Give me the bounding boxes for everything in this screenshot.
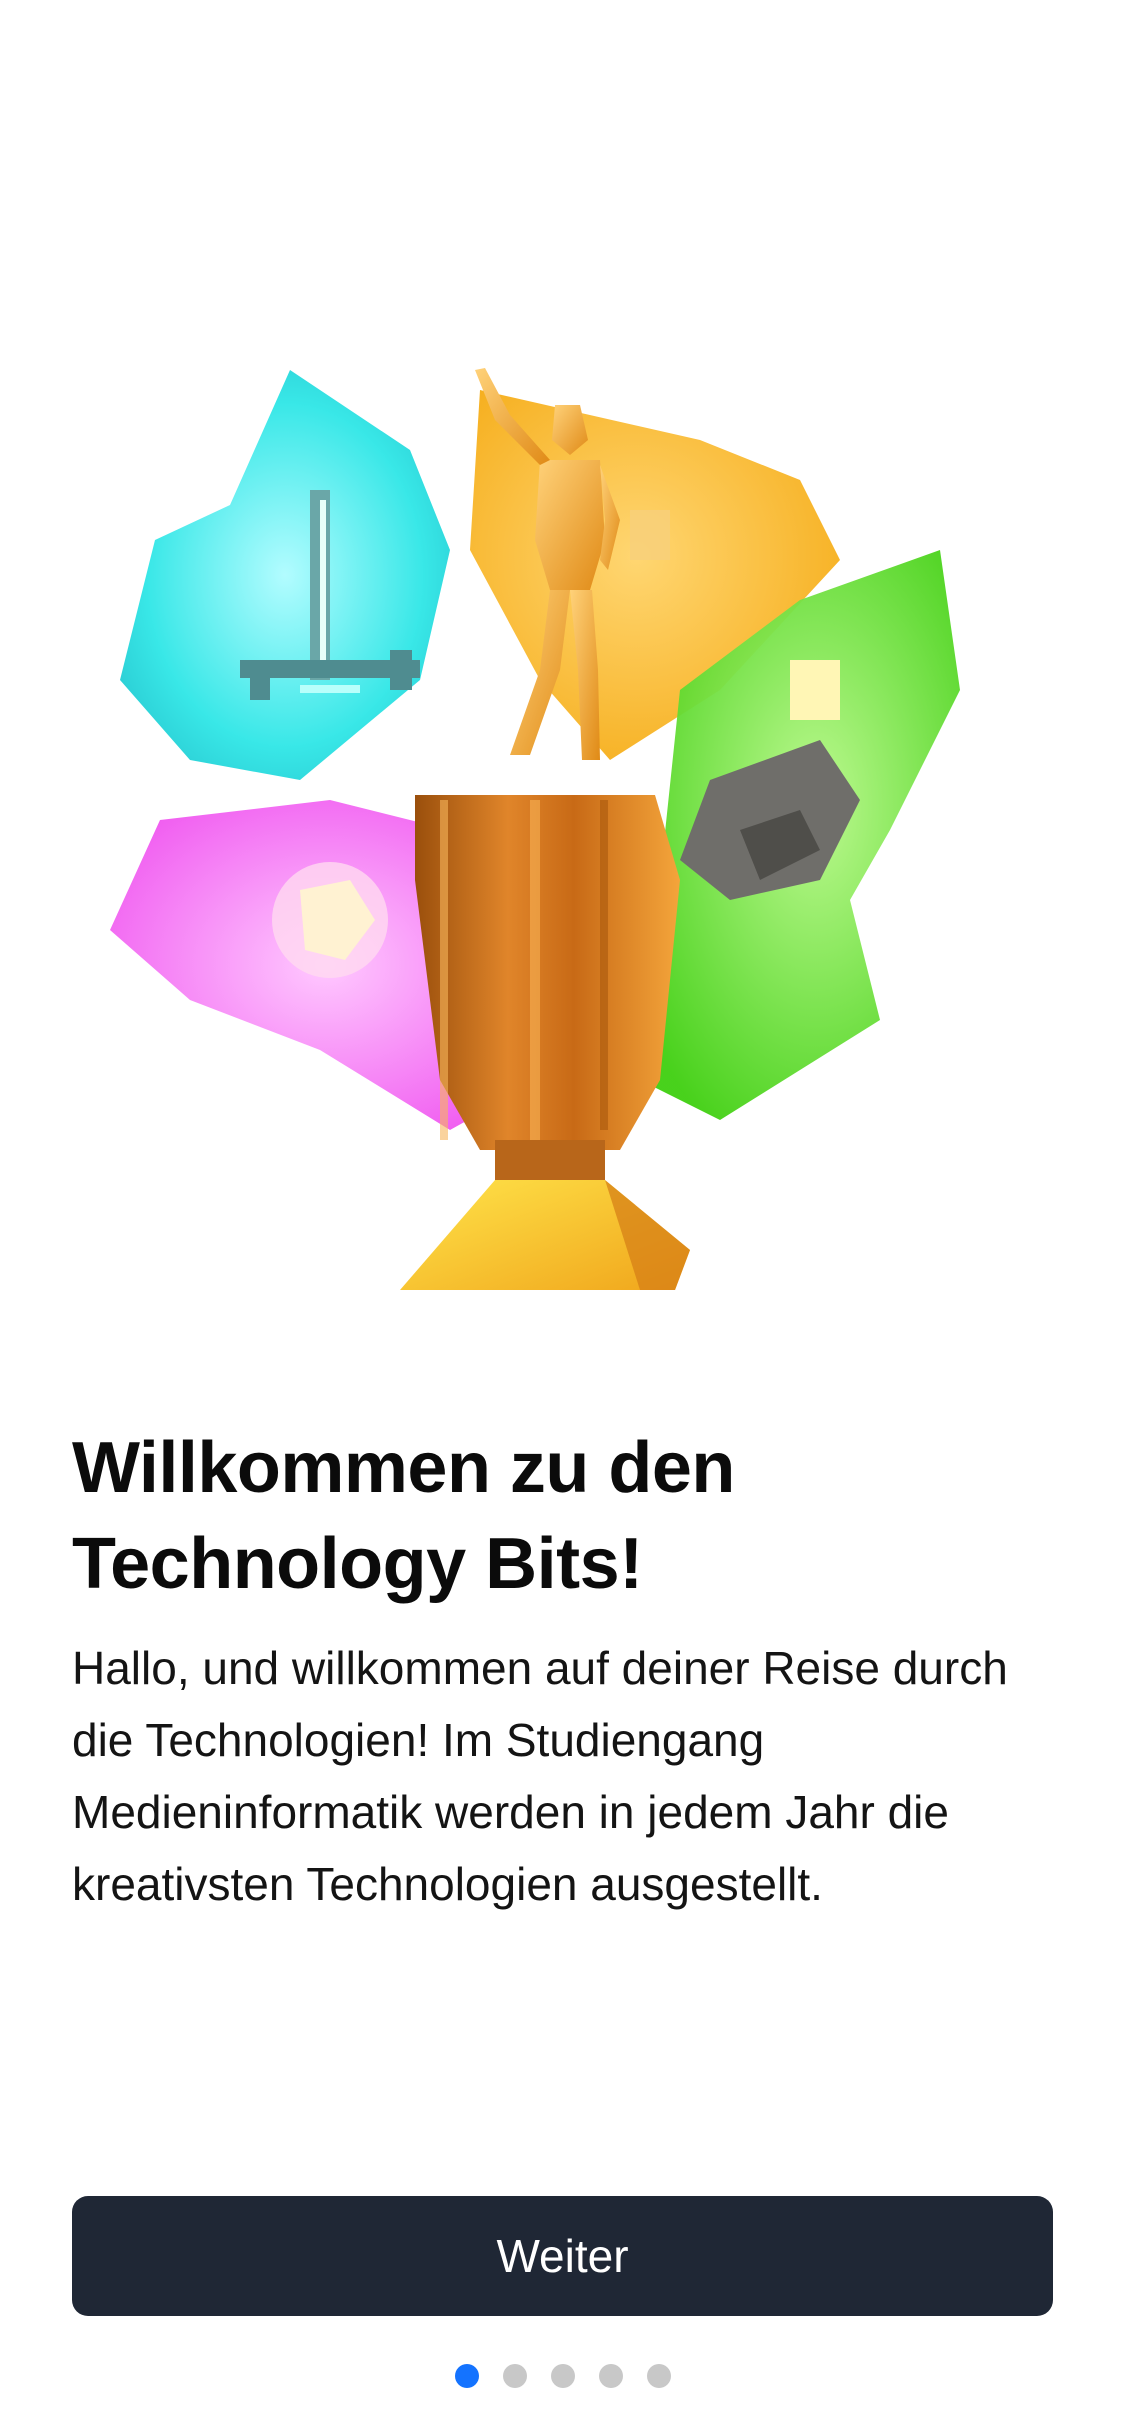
page-dot-3[interactable] — [550, 2364, 575, 2388]
page-dot-2[interactable] — [502, 2364, 527, 2388]
cyan-shard — [120, 370, 450, 780]
welcome-body: Hallo, und willkommen auf deiner Reise d… — [72, 1642, 1008, 1910]
welcome-text-block: Willkommen zu den Technology Bits! Hallo… — [72, 1420, 1062, 1920]
page-indicator — [0, 2364, 1125, 2388]
page-dot-1[interactable] — [454, 2364, 479, 2388]
trophy — [400, 795, 690, 1290]
welcome-title-line-2: Technology Bits! — [72, 1524, 643, 1604]
page-dot-4[interactable] — [598, 2364, 623, 2388]
continue-button[interactable]: Weiter — [72, 2196, 1053, 2316]
hero-illustration — [100, 360, 1040, 1310]
welcome-title: Willkommen zu den Technology Bits! — [72, 1420, 1062, 1612]
page-dot-5[interactable] — [646, 2364, 671, 2388]
welcome-title-line-1: Willkommen zu den — [72, 1428, 735, 1508]
